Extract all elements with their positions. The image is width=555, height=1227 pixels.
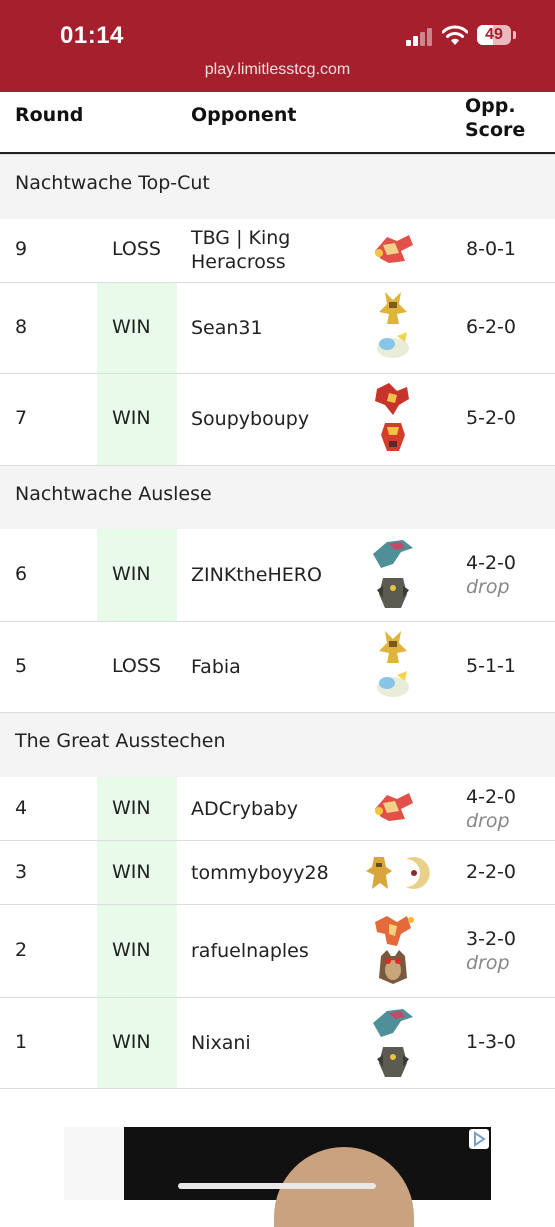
status-time: 01:14	[60, 22, 124, 49]
opponent-name-link[interactable]: tommyboyy28	[191, 861, 361, 885]
wifi-icon	[442, 25, 468, 45]
drop-label: drop	[466, 810, 510, 832]
match-result: WIN	[112, 1031, 151, 1053]
opponent-name-link[interactable]: Soupyboupy	[191, 407, 361, 431]
deck-icons	[365, 910, 421, 986]
deck-icons	[365, 379, 421, 455]
opponent-name-link[interactable]: ADCrybaby	[191, 797, 361, 821]
advertisement-banner[interactable]	[64, 1127, 491, 1227]
pidgeot-icon	[375, 793, 413, 821]
header-opponent: Opponent	[191, 104, 297, 126]
opponent-name-link[interactable]: ZINKtheHERO	[191, 563, 361, 587]
match-result: LOSS	[112, 238, 161, 260]
match-result: WIN	[112, 316, 151, 338]
section-header: Nachtwache Auslese	[0, 465, 555, 530]
opponent-score: 1-3-0	[466, 1031, 516, 1053]
opponent-score: 4-2-0	[466, 786, 516, 808]
table-row[interactable]: 1 WIN Nixani 1-3-0	[0, 998, 555, 1089]
opponent-score: 5-1-1	[466, 655, 516, 677]
round-number: 8	[15, 316, 28, 338]
table-row[interactable]: 8 WIN Sean31 6-2-0	[0, 283, 555, 374]
section-title: Nachtwache Auslese	[15, 483, 212, 505]
opponent-name-link[interactable]: Sean31	[191, 316, 361, 340]
opponent-score: 8-0-1	[466, 238, 516, 260]
opponent-score: 2-2-0	[466, 861, 516, 883]
deck-icons	[365, 1003, 421, 1079]
ho-oh-icon	[375, 383, 409, 415]
section-title: Nachtwache Top-Cut	[15, 172, 210, 194]
armarouge-icon	[381, 423, 405, 451]
browser-top-bar: 01:14 49 play.limitlesstcg.com	[0, 0, 555, 92]
deck-icons	[365, 627, 421, 703]
opponent-score: 4-2-0	[466, 552, 516, 574]
round-number: 1	[15, 1031, 28, 1053]
round-number: 4	[15, 797, 28, 819]
table-row[interactable]: 4 WIN ADCrybaby 4-2-0 drop	[0, 777, 555, 841]
opponent-score: 6-2-0	[466, 316, 516, 338]
adchoices-icon[interactable]	[469, 1129, 489, 1149]
table-row[interactable]: 6 WIN ZINKtheHERO 4-2-0 drop	[0, 529, 555, 622]
round-number: 3	[15, 861, 28, 883]
dragapult-icon	[373, 540, 413, 568]
dusknoir-icon	[377, 1047, 409, 1077]
battery-icon: 49	[477, 25, 516, 45]
ad-image	[124, 1127, 491, 1227]
match-result: WIN	[112, 797, 151, 819]
header-round: Round	[15, 104, 84, 126]
noctowl-icon	[379, 950, 407, 984]
drop-label: drop	[466, 576, 510, 598]
deck-icons	[365, 789, 421, 827]
round-number: 2	[15, 939, 28, 961]
round-number: 6	[15, 563, 28, 585]
round-number: 9	[15, 238, 28, 260]
cellular-signal-icon	[406, 28, 434, 46]
charizard-icon	[375, 916, 414, 946]
dusknoir-icon	[377, 578, 409, 608]
deck-icons	[365, 534, 421, 610]
opponent-score: 5-2-0	[466, 407, 516, 429]
home-indicator[interactable]	[178, 1183, 376, 1189]
table-row[interactable]: 2 WIN rafuelnaples 3-2-0 drop	[0, 905, 555, 998]
round-number: 7	[15, 407, 28, 429]
section-header: The Great Ausstechen	[0, 712, 555, 778]
url-bar[interactable]: play.limitlesstcg.com	[0, 61, 555, 79]
regidrago-icon	[366, 857, 392, 889]
pidgeot-icon	[375, 235, 413, 263]
lunatone-icon	[406, 857, 430, 889]
alakazam-icon	[379, 631, 407, 663]
battery-level: 49	[485, 26, 503, 43]
match-result: WIN	[112, 563, 151, 585]
opponent-name-link[interactable]: TBG | King Heracross	[191, 226, 361, 274]
section-title: The Great Ausstechen	[15, 730, 226, 752]
deck-icons	[362, 853, 432, 893]
match-result: LOSS	[112, 655, 161, 677]
round-number: 5	[15, 655, 28, 677]
match-result: WIN	[112, 861, 151, 883]
table-row[interactable]: 5 LOSS Fabia 5-1-1	[0, 622, 555, 713]
opponent-name-link[interactable]: Fabia	[191, 655, 361, 679]
deck-icons	[365, 231, 421, 269]
table-row[interactable]: 9 LOSS TBG | King Heracross 8-0-1	[0, 219, 555, 283]
alakazam-icon	[379, 292, 407, 324]
drop-label: drop	[466, 952, 510, 974]
table-row[interactable]: 3 WIN tommyboyy28 2-2-0	[0, 841, 555, 905]
section-header: Nachtwache Top-Cut	[0, 154, 555, 220]
dudunsparce-icon	[377, 671, 409, 697]
header-opp-score: Opp. Score	[465, 95, 526, 141]
match-result: WIN	[112, 407, 151, 429]
opponent-name-link[interactable]: Nixani	[191, 1031, 361, 1055]
dudunsparce-icon	[377, 332, 409, 358]
opponent-score: 3-2-0	[466, 928, 516, 950]
dragapult-icon	[373, 1009, 413, 1037]
opponent-name-link[interactable]: rafuelnaples	[191, 939, 361, 963]
table-row[interactable]: 7 WIN Soupyboupy 5-2-0	[0, 374, 555, 466]
deck-icons	[365, 288, 421, 364]
match-result: WIN	[112, 939, 151, 961]
table-header: Round Opponent Opp. Score	[0, 92, 555, 155]
